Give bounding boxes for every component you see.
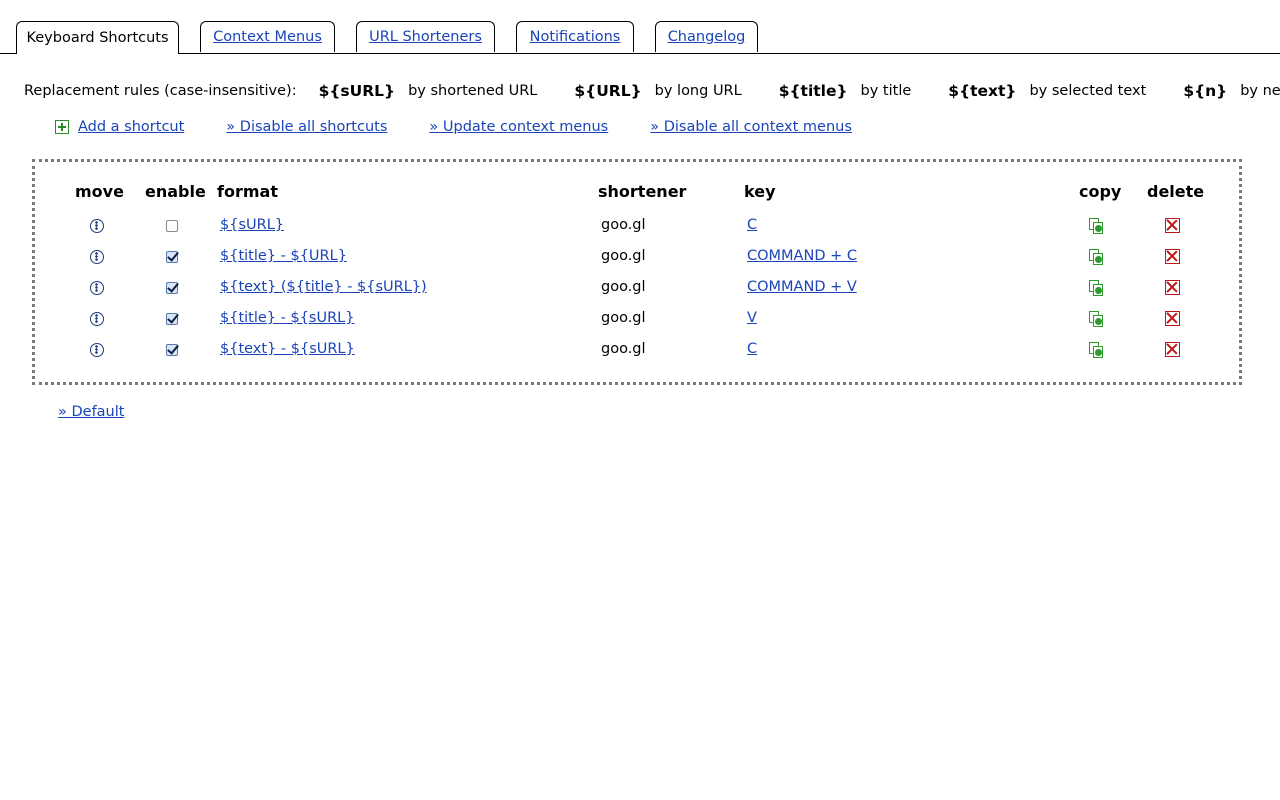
tab-url-shorteners[interactable]: URL Shorteners: [356, 21, 495, 52]
rule-desc: by long URL: [654, 83, 742, 99]
enable-checkbox[interactable]: [166, 282, 178, 294]
rule-token: ${title}: [778, 82, 848, 100]
shortener-value: goo.gl: [601, 310, 646, 326]
delete-icon[interactable]: [1165, 311, 1180, 326]
key-link[interactable]: C: [747, 217, 757, 233]
enable-checkbox[interactable]: [166, 344, 178, 356]
add-icon[interactable]: [55, 120, 69, 134]
key-link[interactable]: C: [747, 341, 757, 357]
tab-label: Keyboard Shortcuts: [26, 30, 169, 46]
replacement-rules: Replacement rules (case-insensitive): ${…: [24, 80, 1280, 102]
disable-all-shortcuts-link[interactable]: » Disable all shortcuts: [226, 119, 387, 135]
key-link[interactable]: COMMAND + V: [747, 279, 857, 295]
tab-context-menus[interactable]: Context Menus: [200, 21, 335, 52]
header-shortener: shortener: [598, 182, 687, 201]
copy-icon[interactable]: [1089, 218, 1105, 234]
key-link[interactable]: V: [747, 310, 757, 326]
rule-token: ${n}: [1183, 82, 1228, 100]
header-key: key: [744, 182, 776, 201]
delete-icon[interactable]: [1165, 342, 1180, 357]
delete-icon[interactable]: [1165, 249, 1180, 264]
header-delete: delete: [1147, 182, 1205, 201]
move-handle-icon[interactable]: [90, 250, 104, 264]
header-enable: enable: [145, 182, 206, 201]
header-format: format: [217, 182, 278, 201]
move-handle-icon[interactable]: [90, 219, 104, 233]
shortener-value: goo.gl: [601, 341, 646, 357]
delete-icon[interactable]: [1165, 218, 1180, 233]
rule-token: ${text}: [948, 82, 1017, 100]
copy-icon[interactable]: [1089, 311, 1105, 327]
copy-icon[interactable]: [1089, 249, 1105, 265]
rule-desc: by shortened URL: [408, 83, 538, 99]
tab-changelog[interactable]: Changelog: [655, 21, 758, 52]
format-link[interactable]: ${text} - ${sURL}: [220, 341, 355, 357]
tab-bar: Keyboard Shortcuts Context Menus URL Sho…: [0, 0, 1280, 54]
format-link[interactable]: ${title} - ${URL}: [220, 248, 347, 264]
shortener-value: goo.gl: [601, 279, 646, 295]
move-handle-icon[interactable]: [90, 281, 104, 295]
rule-token: ${URL}: [574, 82, 642, 100]
header-move: move: [75, 182, 124, 201]
format-link[interactable]: ${sURL}: [220, 217, 284, 233]
rules-lead: Replacement rules (case-insensitive):: [24, 83, 297, 99]
update-context-menus-link[interactable]: » Update context menus: [429, 119, 608, 135]
enable-checkbox[interactable]: [166, 313, 178, 325]
copy-icon[interactable]: [1089, 342, 1105, 358]
move-handle-icon[interactable]: [90, 312, 104, 326]
tab-label: Context Menus: [213, 29, 322, 45]
rule-desc: by title: [860, 83, 912, 99]
enable-checkbox[interactable]: [166, 251, 178, 263]
action-links: Add a shortcut » Disable all shortcuts »…: [55, 116, 894, 138]
shortener-value: goo.gl: [601, 217, 646, 233]
rule-desc: by selected text: [1029, 83, 1147, 99]
rule-desc: by newline: [1240, 83, 1280, 99]
copy-icon[interactable]: [1089, 280, 1105, 296]
delete-icon[interactable]: [1165, 280, 1180, 295]
disable-all-context-menus-link[interactable]: » Disable all context menus: [650, 119, 852, 135]
tab-label: URL Shorteners: [369, 29, 482, 45]
add-shortcut-action: Add a shortcut: [55, 119, 184, 135]
format-link[interactable]: ${title} - ${sURL}: [220, 310, 354, 326]
tab-notifications[interactable]: Notifications: [516, 21, 634, 52]
format-link[interactable]: ${text} (${title} - ${sURL}): [220, 279, 427, 295]
add-shortcut-link[interactable]: Add a shortcut: [78, 119, 184, 135]
shortener-value: goo.gl: [601, 248, 646, 264]
header-copy: copy: [1079, 182, 1122, 201]
enable-checkbox[interactable]: [166, 220, 178, 232]
tab-label: Changelog: [667, 29, 746, 45]
tab-keyboard-shortcuts[interactable]: Keyboard Shortcuts: [16, 21, 179, 54]
tab-label: Notifications: [529, 29, 621, 45]
rule-token: ${sURL}: [318, 82, 396, 100]
default-link[interactable]: » Default: [58, 404, 124, 420]
move-handle-icon[interactable]: [90, 343, 104, 357]
key-link[interactable]: COMMAND + C: [747, 248, 857, 264]
